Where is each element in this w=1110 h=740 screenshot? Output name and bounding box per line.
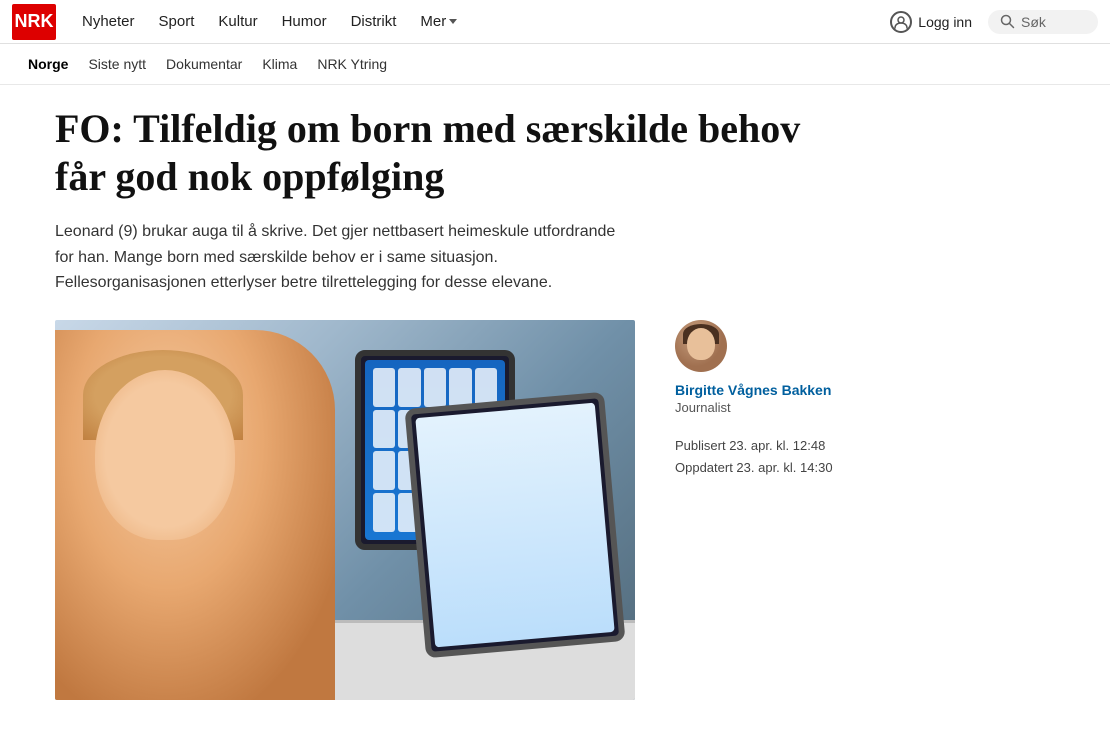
search-icon (1000, 14, 1015, 29)
nrk-logo[interactable]: NRK (12, 4, 56, 40)
nav-mer[interactable]: Mer (410, 7, 467, 36)
author-block: Birgitte Vågnes Bakken Journalist Publis… (675, 320, 1055, 479)
article-main: FO: Tilfeldig om born med særskilde beho… (0, 85, 1110, 740)
nav-right: Logg inn Søk (890, 10, 1098, 34)
subnav-siste-nytt[interactable]: Siste nytt (80, 52, 154, 76)
subnav-klima[interactable]: Klima (254, 52, 305, 76)
nav-humor[interactable]: Humor (272, 7, 337, 36)
top-nav: NRK Nyheter Sport Kultur Humor Distrikt … (0, 0, 1110, 44)
updated-label: Oppdatert 23. apr. kl. 14:30 (675, 457, 833, 479)
nav-sport[interactable]: Sport (149, 7, 205, 36)
nav-nyheter[interactable]: Nyheter (72, 7, 145, 36)
published-label: Publisert 23. apr. kl. 12:48 (675, 435, 833, 457)
sub-nav: Norge Siste nytt Dokumentar Klima NRK Yt… (0, 44, 1110, 85)
search-label: Søk (1021, 14, 1046, 30)
avatar-face (687, 328, 715, 360)
subnav-norge[interactable]: Norge (20, 52, 76, 76)
logg-inn-button[interactable]: Logg inn (890, 11, 972, 33)
tablet2-screen (415, 402, 614, 647)
subnav-ytring[interactable]: NRK Ytring (309, 52, 395, 76)
author-role: Journalist (675, 400, 731, 415)
nav-mer-label: Mer (420, 13, 446, 30)
article-lead: Leonard (9) brukar auga til å skrive. De… (55, 219, 635, 296)
publish-info: Publisert 23. apr. kl. 12:48 Oppdatert 2… (675, 435, 833, 479)
article-title: FO: Tilfeldig om born med særskilde beho… (55, 105, 805, 201)
nav-kultur[interactable]: Kultur (208, 7, 267, 36)
author-name[interactable]: Birgitte Vågnes Bakken (675, 382, 831, 398)
photo-face (95, 370, 235, 540)
article-sidebar: Birgitte Vågnes Bakken Journalist Publis… (675, 320, 1055, 479)
user-icon (890, 11, 912, 33)
photo-child (55, 330, 335, 700)
photo-tablet2 (404, 392, 625, 658)
avatar (675, 320, 727, 372)
subnav-dokumentar[interactable]: Dokumentar (158, 52, 250, 76)
search-box[interactable]: Søk (988, 10, 1098, 34)
article-image-wrap (55, 320, 635, 700)
nav-distrikt[interactable]: Distrikt (341, 7, 407, 36)
nav-links: Nyheter Sport Kultur Humor Distrikt Mer (72, 7, 890, 36)
article-image (55, 320, 635, 700)
chevron-down-icon (449, 19, 457, 24)
article-body: Birgitte Vågnes Bakken Journalist Publis… (55, 320, 1055, 700)
logg-inn-label: Logg inn (918, 14, 972, 30)
